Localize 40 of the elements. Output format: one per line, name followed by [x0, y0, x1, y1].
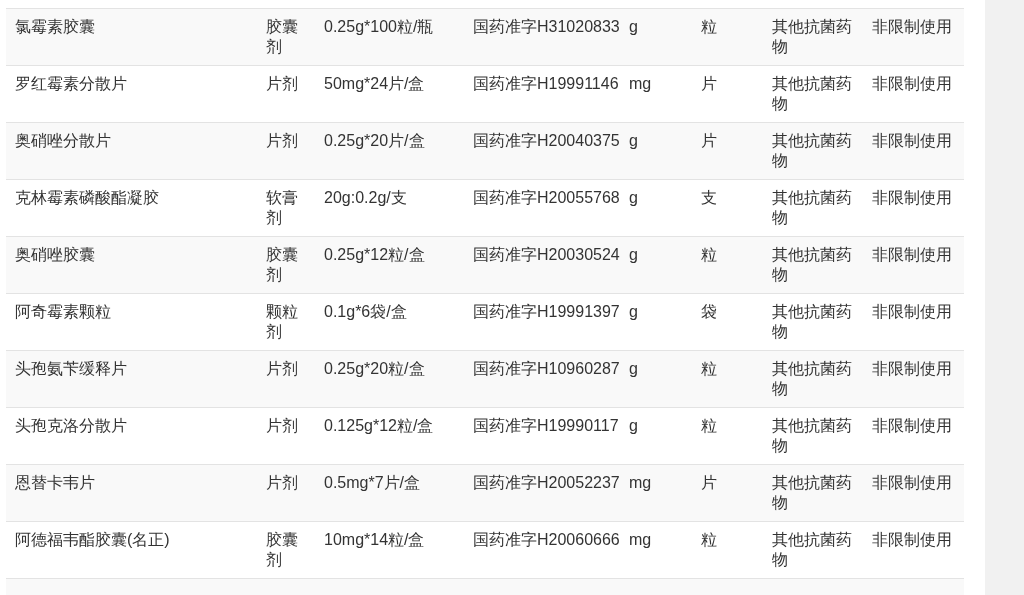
table-cell: 片	[692, 122, 763, 180]
table-cell: 0.5mg*7片/盒	[315, 464, 464, 522]
table-cell: 非限制使用	[863, 122, 964, 180]
table-cell: 胶囊剂	[257, 8, 315, 66]
table-cell: g	[620, 350, 692, 408]
table-cell: 非限制使用	[863, 236, 964, 294]
table-cell: 其他抗菌药物	[763, 122, 863, 180]
table-cell: 0.25g*20粒/盒	[315, 350, 464, 408]
table-cell: 粒	[692, 236, 763, 294]
table-cell: 奥硝唑胶囊	[6, 236, 257, 294]
table-cell: 非限制使用	[863, 464, 964, 522]
table-cell: 国药准字H20030524	[464, 236, 620, 294]
table-cell: 其他抗菌药物	[763, 236, 863, 294]
table-cell: 片剂	[257, 464, 315, 522]
table-cell: g	[620, 236, 692, 294]
table-cell: 国药准字H20052237	[464, 464, 620, 522]
table-cell: 0.25g*12粒/盒	[315, 236, 464, 294]
table-cell: 其他抗菌药物	[763, 350, 863, 408]
table-cell: 其他抗菌药物	[763, 8, 863, 66]
table-cell: 头孢氨苄缓释片	[6, 350, 257, 408]
table-cell: 非限制使用	[863, 350, 964, 408]
table-cell: g	[620, 122, 692, 180]
table-cell: 奥硝唑分散片	[6, 122, 257, 180]
table-cell: g	[620, 8, 692, 66]
table-cell: 胶囊剂	[257, 236, 315, 294]
table-cell: 粒	[692, 8, 763, 66]
table-cell: mg	[620, 464, 692, 522]
table-cell: 氯霉素胶囊	[6, 8, 257, 66]
table-cell: 片	[692, 464, 763, 522]
table-cell: 粒	[692, 350, 763, 408]
table-cell: 国药准字H20040375	[464, 122, 620, 180]
table-cell: 0.25g*100粒/瓶	[315, 8, 464, 66]
table-cell: 国药准字H10960287	[464, 350, 620, 408]
table-cell: 片剂	[257, 122, 315, 180]
table-cell: 国药准字H31020833	[464, 8, 620, 66]
table-cell: 恩替卡韦片	[6, 464, 257, 522]
table-cell: 片剂	[257, 350, 315, 408]
table-cell: 非限制使用	[863, 8, 964, 66]
table-cell: 0.25g*20片/盒	[315, 122, 464, 180]
table-cell: 其他抗菌药物	[763, 464, 863, 522]
